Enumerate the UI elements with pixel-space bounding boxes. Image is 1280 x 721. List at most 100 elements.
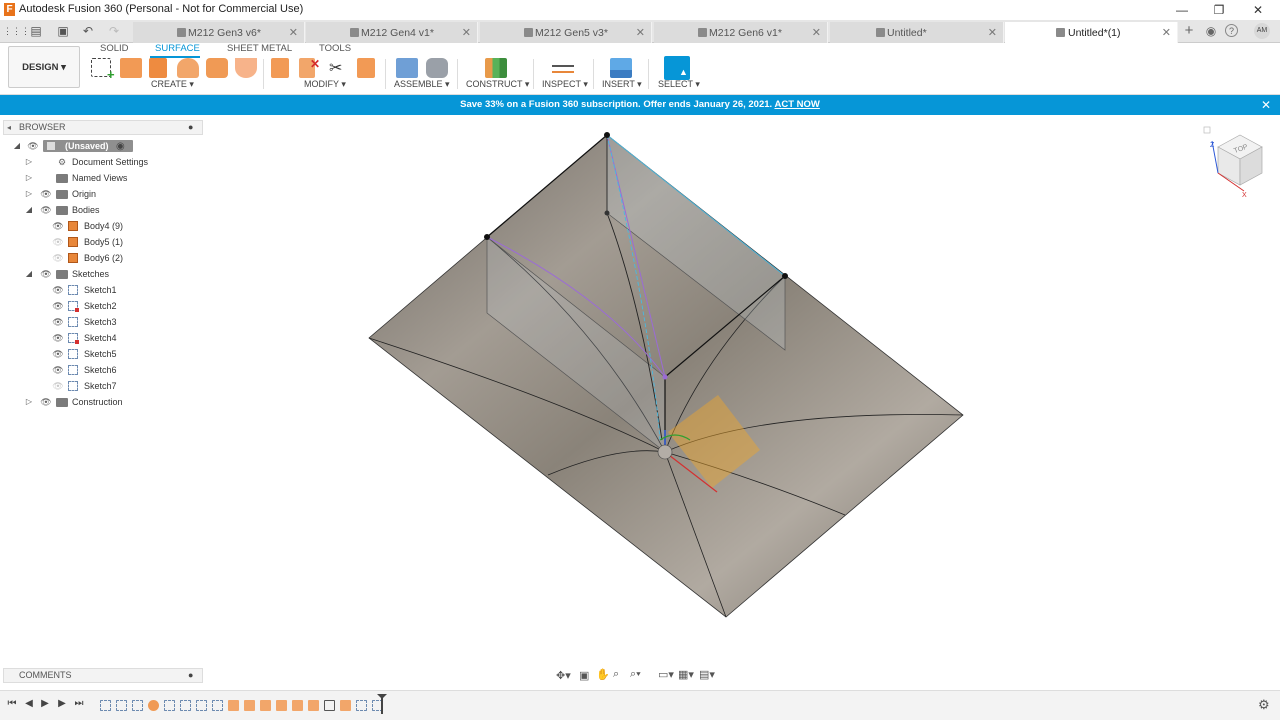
patch-icon[interactable] <box>235 58 257 78</box>
sketch-point[interactable] <box>604 210 610 216</box>
viewcube[interactable]: TOP Z X <box>1200 125 1280 205</box>
expand-triangle-icon[interactable]: ▷ <box>24 187 34 201</box>
browser-item-origin[interactable]: ▷ 👁 Origin <box>0 187 205 201</box>
timeline-play-icon[interactable]: ▶ <box>38 698 52 709</box>
timeline-feature-icon[interactable] <box>308 700 319 711</box>
redo-icon[interactable]: ↷ <box>104 23 124 39</box>
select-menu[interactable]: SELECT ▾ <box>658 78 700 90</box>
visibility-eye-icon[interactable]: 👁 <box>52 219 64 233</box>
minimize-button[interactable]: — <box>1168 1 1196 19</box>
act-now-link[interactable]: ACT NOW <box>774 99 819 110</box>
tab-untitled-1[interactable]: Untitled*(1) ✕ <box>1005 22 1178 43</box>
timeline-sketch-icon[interactable] <box>196 700 207 711</box>
tab-surface[interactable]: SURFACE <box>155 43 200 55</box>
timeline-last-icon[interactable]: ⏭ <box>72 698 86 709</box>
close-tab-icon[interactable]: ✕ <box>1162 26 1171 39</box>
browser-item-sketch6[interactable]: 👁 Sketch6 <box>0 363 205 377</box>
timeline-move-icon[interactable] <box>324 700 335 711</box>
close-tab-icon[interactable]: ✕ <box>636 26 645 39</box>
visibility-eye-icon[interactable]: 👁 <box>52 315 64 329</box>
timeline-settings-icon[interactable]: ⚙ <box>1258 697 1270 713</box>
browser-item-document-settings[interactable]: ▷ ⚙ Document Settings <box>0 155 205 169</box>
timeline-loft-icon[interactable] <box>148 700 159 711</box>
visibility-eye-icon[interactable]: 👁 <box>52 347 64 361</box>
sweep-icon[interactable] <box>177 58 199 78</box>
viewports-icon[interactable]: ▤▾ <box>699 668 715 681</box>
visibility-eye-icon[interactable]: 👁 <box>40 203 52 217</box>
extrude-icon[interactable] <box>120 58 142 78</box>
timeline-feature-icon[interactable] <box>260 700 271 711</box>
timeline-feature-icon[interactable] <box>244 700 255 711</box>
browser-root[interactable]: ◢ 👁 (Unsaved) ◉ <box>0 139 205 153</box>
visibility-eye-icon[interactable]: 👁 <box>52 331 64 345</box>
sketch-point[interactable] <box>484 234 490 240</box>
browser-item-construction[interactable]: ▷ 👁 Construction <box>0 395 205 409</box>
modify-menu[interactable]: MODIFY ▾ <box>304 78 346 90</box>
user-avatar[interactable]: AM <box>1254 23 1270 39</box>
collapse-triangle-icon[interactable]: ◢ <box>24 203 34 217</box>
timeline-sketch-icon[interactable] <box>164 700 175 711</box>
joint-icon[interactable] <box>426 58 448 78</box>
expand-triangle-icon[interactable]: ▷ <box>24 395 34 409</box>
fit-icon[interactable]: ⌕▾ <box>630 668 641 681</box>
close-tab-icon[interactable]: ✕ <box>812 26 821 39</box>
close-tab-icon[interactable]: ✕ <box>289 26 298 39</box>
browser-item-named-views[interactable]: ▷ Named Views <box>0 171 205 185</box>
offset-plane-icon[interactable] <box>485 58 507 78</box>
insert-menu[interactable]: INSERT ▾ <box>602 78 642 90</box>
visibility-eye-icon[interactable]: 👁 <box>52 283 64 297</box>
close-tab-icon[interactable]: ✕ <box>462 26 471 39</box>
browser-item-body6[interactable]: 👁 Body6 (2) <box>0 251 205 265</box>
revolve-icon[interactable] <box>149 58 167 78</box>
close-banner-icon[interactable]: ✕ <box>1258 95 1274 115</box>
sketch-point[interactable] <box>782 273 788 279</box>
zoom-icon[interactable]: ⌕ <box>613 668 619 681</box>
sketch-point[interactable] <box>604 132 610 138</box>
timeline-feature-icon[interactable] <box>340 700 351 711</box>
comments-panel-header[interactable]: COMMENTS ● <box>3 668 203 683</box>
tab-sheet-metal[interactable]: SHEET METAL <box>227 43 292 55</box>
expand-triangle-icon[interactable]: ◢ <box>12 139 22 153</box>
browser-item-sketch2[interactable]: 👁 Sketch2 <box>0 299 205 313</box>
collapse-panel-icon[interactable]: ◂ <box>7 121 11 134</box>
browser-item-bodies[interactable]: ◢ 👁 Bodies <box>0 203 205 217</box>
expand-triangle-icon[interactable]: ▷ <box>24 171 34 185</box>
timeline-first-icon[interactable]: ⏮ <box>5 698 19 709</box>
visibility-eye-icon[interactable]: 👁 <box>52 363 64 377</box>
create-menu[interactable]: CREATE ▾ <box>151 78 194 90</box>
file-menu-icon[interactable]: ▤ <box>26 23 46 39</box>
insert-image-icon[interactable] <box>610 58 632 78</box>
timeline-next-icon[interactable]: ▶ <box>55 698 69 709</box>
data-panel-grid-icon[interactable]: ⋮⋮⋮ <box>3 23 30 39</box>
canvas-viewport[interactable] <box>205 115 1280 665</box>
browser-panel-header[interactable]: ◂ BROWSER ● <box>3 120 203 135</box>
tab-solid[interactable]: SOLID <box>100 43 129 55</box>
browser-item-sketch4[interactable]: 👁 Sketch4 <box>0 331 205 345</box>
new-tab-plus-icon[interactable]: + <box>1181 23 1197 39</box>
timeline-sketch-icon[interactable] <box>132 700 143 711</box>
home-view-icon[interactable] <box>1203 126 1211 134</box>
save-icon[interactable]: ▣ <box>55 23 71 39</box>
timeline-feature-icon[interactable] <box>228 700 239 711</box>
tab-m212-gen3[interactable]: M212 Gen3 v6* ✕ <box>133 22 305 43</box>
scissors-icon[interactable]: ✂ <box>329 58 342 78</box>
pan-icon[interactable]: ✋ <box>596 668 610 681</box>
browser-item-body4[interactable]: 👁 Body4 (9) <box>0 219 205 233</box>
timeline-sketch-icon[interactable] <box>356 700 367 711</box>
timeline-prev-icon[interactable]: ◀ <box>22 698 36 709</box>
browser-item-sketch5[interactable]: 👁 Sketch5 <box>0 347 205 361</box>
tab-untitled[interactable]: Untitled* ✕ <box>830 22 1004 43</box>
visibility-eye-icon[interactable]: 👁 <box>52 299 64 313</box>
help-icon[interactable]: ? <box>1225 24 1238 37</box>
orbit-icon[interactable]: ✥▾ <box>556 669 571 682</box>
collapse-triangle-icon[interactable]: ◢ <box>24 267 34 281</box>
grid-settings-icon[interactable]: ▦▾ <box>678 668 694 681</box>
timeline-sketch-icon[interactable] <box>180 700 191 711</box>
browser-item-sketch3[interactable]: 👁 Sketch3 <box>0 315 205 329</box>
look-at-icon[interactable]: ▣ <box>579 669 589 682</box>
browser-item-sketch7[interactable]: 👁 Sketch7 <box>0 379 205 393</box>
press-pull-icon[interactable] <box>271 58 289 78</box>
assemble-menu[interactable]: ASSEMBLE ▾ <box>394 78 450 90</box>
browser-item-body5[interactable]: 👁 Body5 (1) <box>0 235 205 249</box>
tab-m212-gen5[interactable]: M212 Gen5 v3* ✕ <box>480 22 652 43</box>
